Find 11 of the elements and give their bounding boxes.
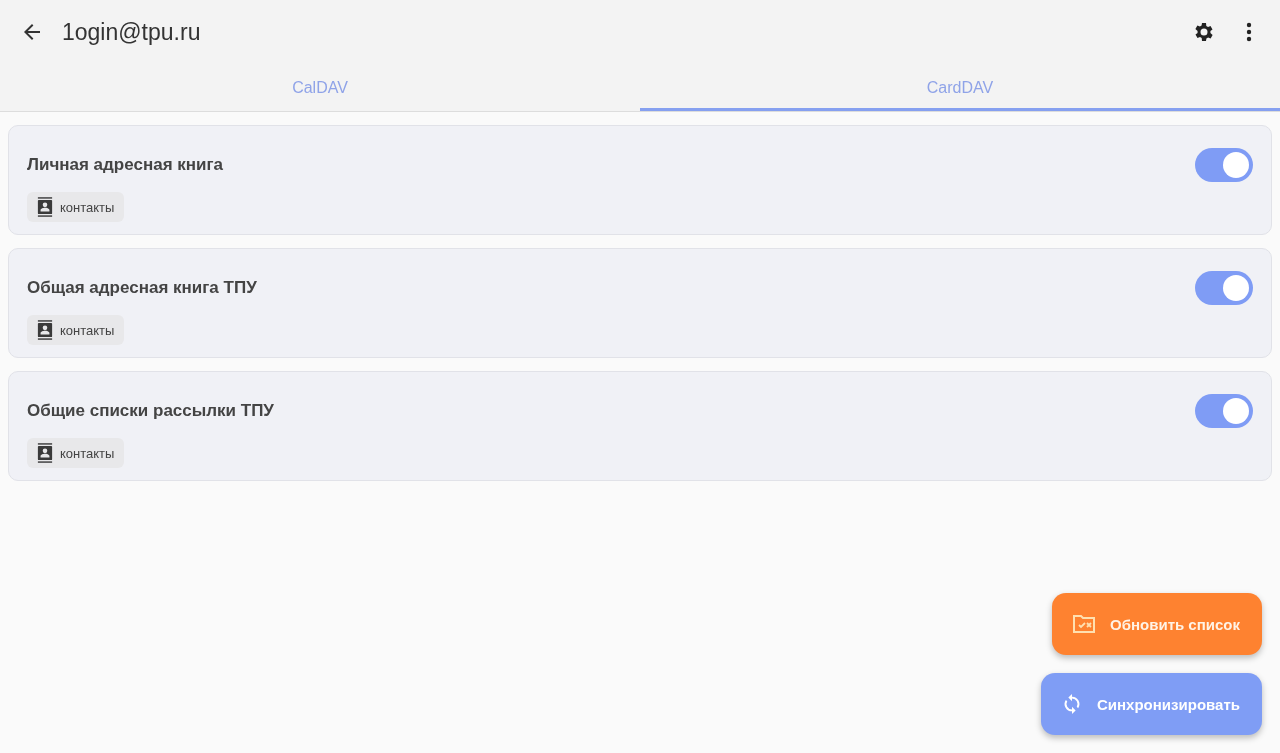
collection-name: Личная адресная книга — [27, 155, 224, 175]
chip-label: контакты — [60, 322, 115, 338]
tab[interactable]: CardDAV — [640, 64, 1280, 111]
action-button[interactable]: Обновить список — [1052, 593, 1262, 655]
chip-label: контакты — [60, 445, 115, 461]
account-title: 1ogin@tpu.ru — [62, 18, 201, 46]
action-button[interactable]: Синхронизировать — [1041, 673, 1262, 735]
tab[interactable]: CalDAV — [0, 64, 640, 111]
collection-name: Общие списки рассылки ТПУ — [27, 401, 274, 421]
collection-name: Общая адресная книга ТПУ — [27, 278, 257, 298]
chip-label: контакты — [60, 199, 115, 215]
